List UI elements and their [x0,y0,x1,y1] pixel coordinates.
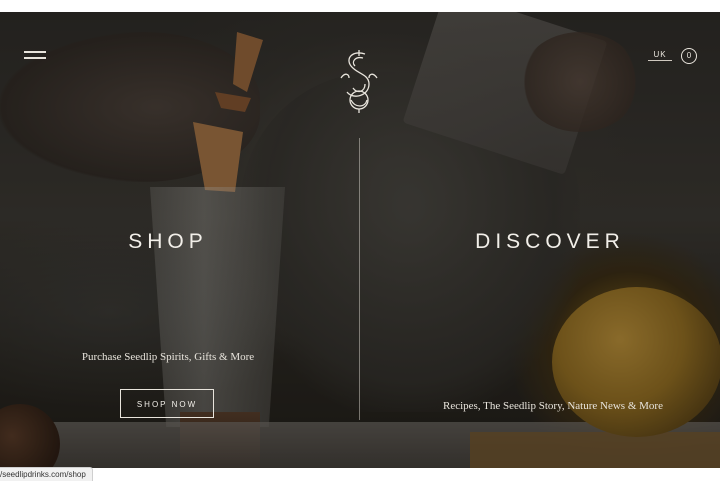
shop-now-button[interactable]: SHOP NOW [120,389,214,418]
discover-heading[interactable]: DISCOVER [450,230,650,254]
shop-heading[interactable]: SHOP [80,230,256,254]
status-bar-url: /seedlipdrinks.com/shop [0,467,93,481]
hamburger-menu-icon[interactable] [24,51,46,61]
discover-subtitle: Recipes, The Seedlip Story, Nature News … [443,400,663,412]
shop-subtitle: Purchase Seedlip Spirits, Gifts & More [81,351,255,363]
cart-count-badge[interactable]: 0 [681,48,697,64]
seedlip-monogram-s-icon[interactable] [335,48,383,114]
menu-line [24,51,46,53]
region-selector[interactable]: UK [648,50,672,61]
section-divider [359,138,360,420]
menu-line [24,57,46,59]
